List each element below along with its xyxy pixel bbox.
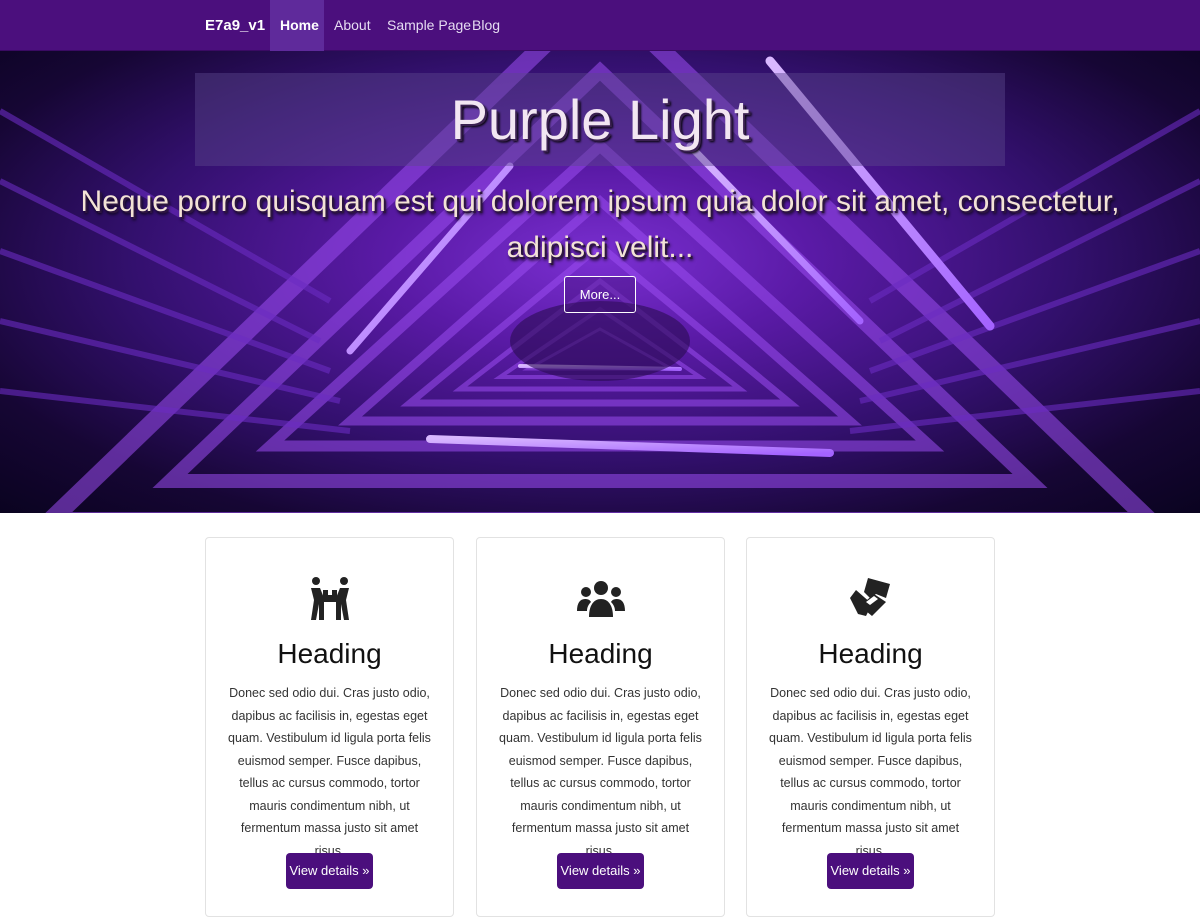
card-heading: Heading bbox=[818, 638, 923, 669]
nav-item-about[interactable]: About bbox=[324, 0, 381, 51]
people-carry-icon bbox=[206, 574, 453, 624]
card-text: Donec sed odio dui. Cras justo odio, dap… bbox=[499, 686, 702, 858]
view-details-button[interactable]: View details » bbox=[557, 853, 644, 889]
users-icon bbox=[477, 574, 724, 624]
nav-item-home[interactable]: Home bbox=[270, 0, 324, 51]
hero-section: Purple Light Neque porro quisquam est qu… bbox=[0, 51, 1200, 513]
navbar: E7a9_v1 Home About Sample Page Blog bbox=[0, 0, 1200, 51]
view-details-button[interactable]: View details » bbox=[286, 853, 373, 889]
card-heading: Heading bbox=[277, 638, 382, 669]
view-details-button[interactable]: View details » bbox=[827, 853, 914, 889]
feature-card: Heading Donec sed odio dui. Cras justo o… bbox=[205, 537, 454, 917]
more-button[interactable]: More... bbox=[564, 276, 636, 313]
nav-item-blog[interactable]: Blog bbox=[462, 0, 510, 51]
brand-link[interactable]: E7a9_v1 bbox=[205, 0, 265, 51]
feature-card: Heading Donec sed odio dui. Cras justo o… bbox=[476, 537, 725, 917]
card-heading: Heading bbox=[548, 638, 653, 669]
card-text: Donec sed odio dui. Cras justo odio, dap… bbox=[228, 686, 431, 858]
handshake-icon bbox=[747, 574, 994, 624]
hero-subtitle: Neque porro quisquam est qui dolorem ips… bbox=[80, 185, 1120, 264]
feature-card: Heading Donec sed odio dui. Cras justo o… bbox=[746, 537, 995, 917]
hero-title: Purple Light bbox=[450, 88, 750, 151]
card-text: Donec sed odio dui. Cras justo odio, dap… bbox=[769, 686, 972, 858]
